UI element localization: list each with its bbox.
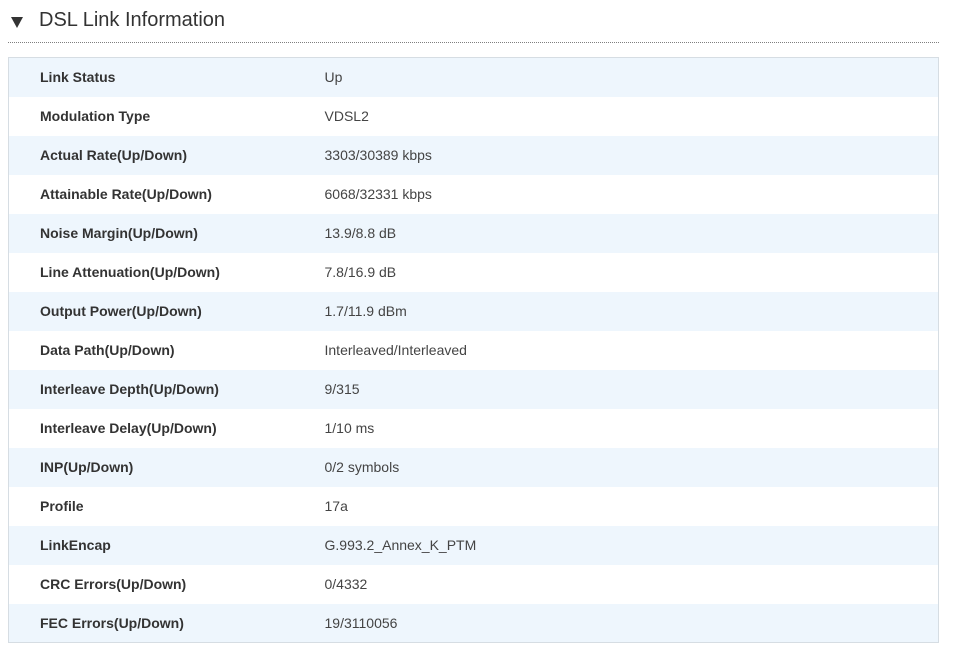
table-row: Line Attenuation(Up/Down) 7.8/16.9 dB — [8, 252, 939, 292]
row-label: Modulation Type — [8, 96, 325, 136]
row-label: Noise Margin(Up/Down) — [8, 213, 325, 253]
row-value: Interleaved/Interleaved — [324, 330, 939, 370]
dsl-info-table: Link Status Up Modulation Type VDSL2 Actual … — [8, 57, 939, 643]
row-value: Up — [324, 57, 939, 97]
row-value: VDSL2 — [324, 96, 939, 136]
row-value: 7.8/16.9 dB — [324, 252, 939, 292]
table-row: Interleave Depth(Up/Down) 9/315 — [8, 369, 939, 409]
table-row: Noise Margin(Up/Down) 13.9/8.8 dB — [8, 213, 939, 253]
row-value: 1/10 ms — [324, 408, 939, 448]
row-label: Link Status — [8, 57, 325, 97]
row-value: 0/2 symbols — [324, 447, 939, 487]
table-row: CRC Errors(Up/Down) 0/4332 — [8, 564, 939, 604]
triangle-down-icon[interactable] — [11, 16, 23, 28]
table-row: INP(Up/Down) 0/2 symbols — [8, 447, 939, 487]
row-label: FEC Errors(Up/Down) — [8, 603, 325, 643]
table-row: LinkEncap G.993.2_Annex_K_PTM — [8, 525, 939, 565]
section-title: DSL Link Information — [39, 9, 226, 31]
row-label: Profile — [8, 486, 325, 526]
row-label: Actual Rate(Up/Down) — [8, 135, 325, 175]
row-value: 19/3110056 — [324, 603, 939, 643]
dsl-link-information-section: DSL Link Information Link Status Up Modula… — [0, 0, 956, 656]
table-row: Link Status Up — [8, 57, 939, 97]
section-header[interactable]: DSL Link Information — [8, 0, 939, 43]
table-row: Actual Rate(Up/Down) 3303/30389 kbps — [8, 135, 939, 175]
table-row: Output Power(Up/Down) 1.7/11.9 dBm — [8, 291, 939, 331]
table-row: Data Path(Up/Down) Interleaved/Interleave… — [8, 330, 939, 370]
row-label: Attainable Rate(Up/Down) — [8, 174, 325, 214]
row-label: LinkEncap — [8, 525, 325, 565]
row-value: 3303/30389 kbps — [324, 135, 939, 175]
row-label: INP(Up/Down) — [8, 447, 325, 487]
row-label: Output Power(Up/Down) — [8, 291, 325, 331]
row-label: Interleave Depth(Up/Down) — [8, 369, 325, 409]
row-value: 13.9/8.8 dB — [324, 213, 939, 253]
row-label: CRC Errors(Up/Down) — [8, 564, 325, 604]
row-value: 0/4332 — [324, 564, 939, 604]
row-value: 1.7/11.9 dBm — [324, 291, 939, 331]
row-label: Data Path(Up/Down) — [8, 330, 325, 370]
row-label: Interleave Delay(Up/Down) — [8, 408, 325, 448]
row-value: 17a — [324, 486, 939, 526]
row-value: G.993.2_Annex_K_PTM — [324, 525, 939, 565]
table-row: Interleave Delay(Up/Down) 1/10 ms — [8, 408, 939, 448]
table-row: Profile 17a — [8, 486, 939, 526]
table-row: Modulation Type VDSL2 — [8, 96, 939, 136]
table-row: Attainable Rate(Up/Down) 6068/32331 kbps — [8, 174, 939, 214]
row-value: 9/315 — [324, 369, 939, 409]
table-row: FEC Errors(Up/Down) 19/3110056 — [8, 603, 939, 643]
row-label: Line Attenuation(Up/Down) — [8, 252, 325, 292]
row-value: 6068/32331 kbps — [324, 174, 939, 214]
